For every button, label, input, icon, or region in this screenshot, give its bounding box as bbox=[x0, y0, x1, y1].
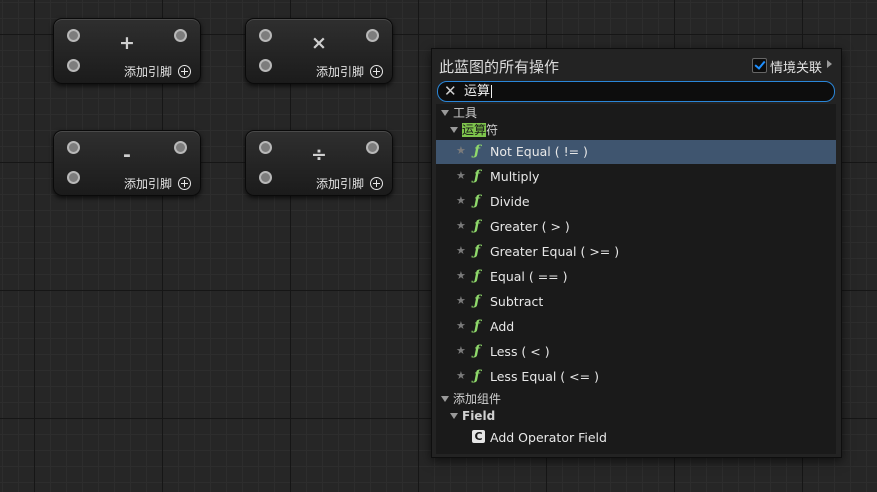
add-pin-label: 添加引脚 bbox=[123, 65, 172, 79]
subcategory-label-rest: 符 bbox=[486, 123, 499, 137]
subtract-operator-node[interactable]: - 添加引脚 bbox=[53, 130, 201, 196]
collapse-arrow-icon[interactable] bbox=[441, 110, 449, 116]
list-item-less[interactable]: ★ ƒ Less ( < ) bbox=[436, 340, 836, 364]
item-label: Add bbox=[490, 319, 515, 334]
search-match-highlight: 运算 bbox=[462, 123, 487, 137]
collapse-arrow-icon[interactable] bbox=[450, 413, 458, 419]
input-pin-b[interactable] bbox=[259, 171, 272, 184]
function-icon: ƒ bbox=[474, 218, 481, 234]
list-item-divide[interactable]: ★ ƒ Divide bbox=[436, 190, 836, 214]
action-tree[interactable]: 工具 运算符 ★ ƒ Not Equal ( != ) ★ ƒ Multiply… bbox=[436, 104, 836, 454]
multiply-operator-node[interactable]: × 添加引脚 bbox=[245, 18, 393, 84]
category-label: 添加组件 bbox=[453, 392, 502, 406]
component-icon: C bbox=[472, 430, 485, 443]
menu-header: 此蓝图的所有操作 情境关联 bbox=[432, 49, 841, 81]
search-value[interactable]: 运算 bbox=[464, 82, 490, 101]
item-label: Not Equal ( != ) bbox=[490, 144, 588, 159]
list-item-equal[interactable]: ★ ƒ Equal ( == ) bbox=[436, 265, 836, 289]
list-item-less-equal[interactable]: ★ ƒ Less Equal ( <= ) bbox=[436, 365, 836, 389]
list-item-add[interactable]: ★ ƒ Add bbox=[436, 315, 836, 339]
input-pin-b[interactable] bbox=[259, 59, 272, 72]
item-label: Less Equal ( <= ) bbox=[490, 369, 599, 384]
function-icon: ƒ bbox=[474, 143, 481, 159]
subcategory-label: 运算符 bbox=[462, 123, 498, 137]
function-icon: ƒ bbox=[474, 368, 481, 384]
search-input[interactable]: ✕ 运算 bbox=[437, 81, 835, 102]
add-operator-node[interactable]: + 添加引脚 bbox=[53, 18, 201, 84]
item-label: Greater ( > ) bbox=[490, 219, 570, 234]
star-icon[interactable]: ★ bbox=[456, 269, 466, 283]
function-icon: ƒ bbox=[474, 268, 481, 284]
star-icon[interactable]: ★ bbox=[456, 319, 466, 333]
plus-circle-icon bbox=[370, 65, 383, 78]
plus-circle-icon bbox=[178, 65, 191, 78]
subcategory-label: Field bbox=[462, 409, 496, 423]
subcategory-row[interactable]: Field bbox=[436, 409, 836, 423]
close-icon[interactable]: ✕ bbox=[444, 82, 457, 101]
list-item-add-operator-field[interactable]: C Add Operator Field bbox=[436, 426, 836, 450]
star-icon[interactable]: ★ bbox=[456, 194, 466, 208]
function-icon: ƒ bbox=[474, 193, 481, 209]
star-icon[interactable]: ★ bbox=[456, 294, 466, 308]
star-icon[interactable]: ★ bbox=[456, 169, 466, 183]
plus-circle-icon bbox=[178, 177, 191, 190]
operator-symbol: ÷ bbox=[311, 144, 327, 166]
item-label: Subtract bbox=[490, 294, 544, 309]
star-icon[interactable]: ★ bbox=[456, 244, 466, 258]
function-icon: ƒ bbox=[474, 343, 481, 359]
divide-operator-node[interactable]: ÷ 添加引脚 bbox=[245, 130, 393, 196]
list-item-subtract[interactable]: ★ ƒ Subtract bbox=[436, 290, 836, 314]
operator-symbol: - bbox=[123, 144, 131, 166]
add-pin-label: 添加引脚 bbox=[315, 177, 364, 191]
item-label: Greater Equal ( >= ) bbox=[490, 244, 620, 259]
category-label: 工具 bbox=[453, 106, 478, 120]
star-icon[interactable]: ★ bbox=[456, 219, 466, 233]
context-sensitive-label[interactable]: 情境关联 bbox=[770, 57, 822, 76]
list-item-greater-equal[interactable]: ★ ƒ Greater Equal ( >= ) bbox=[436, 240, 836, 264]
expand-arrow-icon[interactable] bbox=[827, 60, 832, 68]
collapse-arrow-icon[interactable] bbox=[441, 396, 449, 402]
function-icon: ƒ bbox=[474, 168, 481, 184]
menu-title: 此蓝图的所有操作 bbox=[439, 58, 560, 76]
category-row[interactable]: 添加组件 bbox=[436, 392, 836, 406]
item-label: Equal ( == ) bbox=[490, 269, 568, 284]
action-menu: 此蓝图的所有操作 情境关联 ✕ 运算 工具 运算符 ★ ƒ Not Equal … bbox=[431, 48, 842, 458]
category-row[interactable]: 工具 bbox=[436, 106, 836, 120]
star-icon[interactable]: ★ bbox=[456, 144, 466, 158]
add-pin-label: 添加引脚 bbox=[315, 65, 364, 79]
item-label: Add Operator Field bbox=[490, 430, 607, 445]
subcategory-row[interactable]: 运算符 bbox=[436, 123, 836, 137]
function-icon: ƒ bbox=[474, 293, 481, 309]
list-item-multiply[interactable]: ★ ƒ Multiply bbox=[436, 165, 836, 189]
add-pin-button[interactable]: 添加引脚 bbox=[316, 63, 383, 80]
add-pin-button[interactable]: 添加引脚 bbox=[316, 175, 383, 192]
item-label: Divide bbox=[490, 194, 530, 209]
star-icon[interactable]: ★ bbox=[456, 344, 466, 358]
operator-symbol: × bbox=[311, 32, 327, 54]
list-item-greater[interactable]: ★ ƒ Greater ( > ) bbox=[436, 215, 836, 239]
add-pin-button[interactable]: 添加引脚 bbox=[124, 175, 191, 192]
item-label: Less ( < ) bbox=[490, 344, 550, 359]
collapse-arrow-icon[interactable] bbox=[450, 127, 458, 133]
function-icon: ƒ bbox=[474, 318, 481, 334]
add-pin-label: 添加引脚 bbox=[123, 177, 172, 191]
input-pin-b[interactable] bbox=[67, 59, 80, 72]
list-item-not-equal[interactable]: ★ ƒ Not Equal ( != ) bbox=[436, 140, 836, 164]
item-label: Multiply bbox=[490, 169, 540, 184]
star-icon[interactable]: ★ bbox=[456, 369, 466, 383]
input-pin-b[interactable] bbox=[67, 171, 80, 184]
operator-symbol: + bbox=[119, 32, 135, 54]
function-icon: ƒ bbox=[474, 243, 481, 259]
add-pin-button[interactable]: 添加引脚 bbox=[124, 63, 191, 80]
text-caret bbox=[491, 85, 492, 98]
plus-circle-icon bbox=[370, 177, 383, 190]
context-sensitive-checkbox[interactable] bbox=[752, 58, 767, 73]
